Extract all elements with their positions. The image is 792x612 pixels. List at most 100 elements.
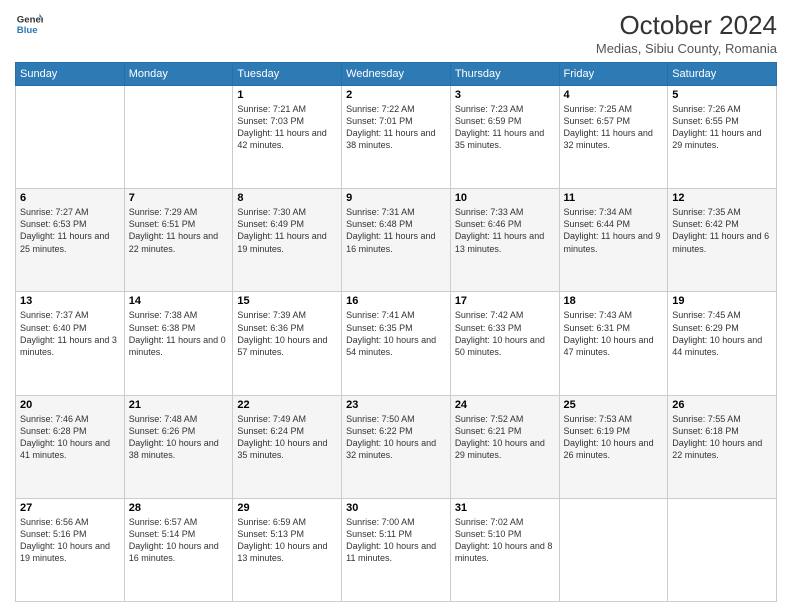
calendar-cell: 30 Sunrise: 7:00 AMSunset: 5:11 PMDayligh… [342,498,451,601]
day-info: Sunrise: 7:50 AMSunset: 6:22 PMDaylight:… [346,413,446,462]
calendar-cell: 23 Sunrise: 7:50 AMSunset: 6:22 PMDayligh… [342,395,451,498]
day-info: Sunrise: 7:41 AMSunset: 6:35 PMDaylight:… [346,309,446,358]
calendar-header-row: Sunday Monday Tuesday Wednesday Thursday… [16,63,777,86]
day-info: Sunrise: 6:59 AMSunset: 5:13 PMDaylight:… [237,516,337,565]
day-number: 14 [129,295,229,307]
day-number: 4 [564,89,664,101]
header-thursday: Thursday [450,63,559,86]
day-info: Sunrise: 7:31 AMSunset: 6:48 PMDaylight:… [346,206,446,255]
day-number: 5 [672,89,772,101]
calendar-cell [16,86,125,189]
calendar-cell: 24Sunrise: 7:52 AMSunset: 6:21 PMDayligh… [450,395,559,498]
calendar-cell: 4 Sunrise: 7:25 AMSunset: 6:57 PMDaylight… [559,86,668,189]
day-number: 27 [20,502,120,514]
calendar-cell: 28Sunrise: 6:57 AMSunset: 5:14 PMDayligh… [124,498,233,601]
day-info: Sunrise: 6:57 AMSunset: 5:14 PMDaylight:… [129,516,229,565]
calendar-cell: 13 Sunrise: 7:37 AMSunset: 6:40 PMDayligh… [16,292,125,395]
day-number: 29 [237,502,337,514]
calendar-cell: 29 Sunrise: 6:59 AMSunset: 5:13 PMDayligh… [233,498,342,601]
calendar-week-3: 20 Sunrise: 7:46 AMSunset: 6:28 PMDayligh… [16,395,777,498]
calendar-cell: 1 Sunrise: 7:21 AMSunset: 7:03 PMDaylight… [233,86,342,189]
day-info: Sunrise: 7:26 AMSunset: 6:55 PMDaylight:… [672,103,772,152]
calendar-cell: 16 Sunrise: 7:41 AMSunset: 6:35 PMDayligh… [342,292,451,395]
calendar-cell: 9 Sunrise: 7:31 AMSunset: 6:48 PMDaylight… [342,189,451,292]
calendar-subtitle: Medias, Sibiu County, Romania [596,41,777,56]
day-info: Sunrise: 7:55 AMSunset: 6:18 PMDaylight:… [672,413,772,462]
calendar-cell: 27 Sunrise: 6:56 AMSunset: 5:16 PMDayligh… [16,498,125,601]
day-info: Sunrise: 7:35 AMSunset: 6:42 PMDaylight:… [672,206,772,255]
day-info: Sunrise: 7:21 AMSunset: 7:03 PMDaylight:… [237,103,337,152]
day-number: 8 [237,192,337,204]
calendar-week-1: 6 Sunrise: 7:27 AMSunset: 6:53 PMDaylight… [16,189,777,292]
day-number: 15 [237,295,337,307]
day-number: 11 [564,192,664,204]
svg-text:General: General [17,14,43,25]
day-number: 22 [237,399,337,411]
day-info: Sunrise: 7:37 AMSunset: 6:40 PMDaylight:… [20,309,120,358]
header-friday: Friday [559,63,668,86]
day-number: 18 [564,295,664,307]
day-number: 3 [455,89,555,101]
day-number: 26 [672,399,772,411]
day-info: Sunrise: 7:02 AMSunset: 5:10 PMDaylight:… [455,516,555,565]
header-saturday: Saturday [668,63,777,86]
day-info: Sunrise: 7:27 AMSunset: 6:53 PMDaylight:… [20,206,120,255]
calendar-cell: 31 Sunrise: 7:02 AMSunset: 5:10 PMDayligh… [450,498,559,601]
day-info: Sunrise: 7:38 AMSunset: 6:38 PMDaylight:… [129,309,229,358]
day-number: 30 [346,502,446,514]
header: General Blue October 2024 Medias, Sibiu … [15,10,777,56]
calendar-cell: 6 Sunrise: 7:27 AMSunset: 6:53 PMDaylight… [16,189,125,292]
day-number: 23 [346,399,446,411]
page: General Blue October 2024 Medias, Sibiu … [0,0,792,612]
day-number: 16 [346,295,446,307]
day-number: 24 [455,399,555,411]
calendar-cell: 20 Sunrise: 7:46 AMSunset: 6:28 PMDayligh… [16,395,125,498]
calendar-cell: 19Sunrise: 7:45 AMSunset: 6:29 PMDayligh… [668,292,777,395]
day-info: Sunrise: 7:48 AMSunset: 6:26 PMDaylight:… [129,413,229,462]
day-number: 12 [672,192,772,204]
day-info: Sunrise: 6:56 AMSunset: 5:16 PMDaylight:… [20,516,120,565]
logo-icon: General Blue [15,10,43,38]
calendar-cell: 15 Sunrise: 7:39 AMSunset: 6:36 PMDayligh… [233,292,342,395]
calendar-cell: 5 Sunrise: 7:26 AMSunset: 6:55 PMDaylight… [668,86,777,189]
calendar-cell: 2Sunrise: 7:22 AMSunset: 7:01 PMDaylight… [342,86,451,189]
day-number: 1 [237,89,337,101]
calendar-table: Sunday Monday Tuesday Wednesday Thursday… [15,62,777,602]
day-number: 9 [346,192,446,204]
calendar-cell: 12 Sunrise: 7:35 AMSunset: 6:42 PMDayligh… [668,189,777,292]
day-info: Sunrise: 7:29 AMSunset: 6:51 PMDaylight:… [129,206,229,255]
day-info: Sunrise: 7:33 AMSunset: 6:46 PMDaylight:… [455,206,555,255]
day-info: Sunrise: 7:22 AMSunset: 7:01 PMDaylight:… [346,103,446,152]
title-block: October 2024 Medias, Sibiu County, Roman… [596,10,777,56]
day-number: 7 [129,192,229,204]
calendar-cell: 18Sunrise: 7:43 AMSunset: 6:31 PMDayligh… [559,292,668,395]
day-info: Sunrise: 7:30 AMSunset: 6:49 PMDaylight:… [237,206,337,255]
day-number: 21 [129,399,229,411]
day-number: 17 [455,295,555,307]
calendar-title: October 2024 [596,10,777,41]
day-info: Sunrise: 7:49 AMSunset: 6:24 PMDaylight:… [237,413,337,462]
day-number: 6 [20,192,120,204]
day-info: Sunrise: 7:53 AMSunset: 6:19 PMDaylight:… [564,413,664,462]
calendar-cell: 14 Sunrise: 7:38 AMSunset: 6:38 PMDayligh… [124,292,233,395]
logo: General Blue [15,10,43,38]
header-sunday: Sunday [16,63,125,86]
svg-text:Blue: Blue [17,25,38,36]
day-number: 13 [20,295,120,307]
day-info: Sunrise: 7:46 AMSunset: 6:28 PMDaylight:… [20,413,120,462]
day-number: 25 [564,399,664,411]
header-tuesday: Tuesday [233,63,342,86]
day-info: Sunrise: 7:00 AMSunset: 5:11 PMDaylight:… [346,516,446,565]
calendar-cell: 26 Sunrise: 7:55 AMSunset: 6:18 PMDayligh… [668,395,777,498]
header-monday: Monday [124,63,233,86]
day-number: 10 [455,192,555,204]
calendar-cell: 22 Sunrise: 7:49 AMSunset: 6:24 PMDayligh… [233,395,342,498]
day-info: Sunrise: 7:39 AMSunset: 6:36 PMDaylight:… [237,309,337,358]
day-number: 31 [455,502,555,514]
day-number: 20 [20,399,120,411]
day-number: 19 [672,295,772,307]
calendar-cell: 11Sunrise: 7:34 AMSunset: 6:44 PMDayligh… [559,189,668,292]
calendar-cell: 21 Sunrise: 7:48 AMSunset: 6:26 PMDayligh… [124,395,233,498]
day-info: Sunrise: 7:25 AMSunset: 6:57 PMDaylight:… [564,103,664,152]
calendar-cell: 25 Sunrise: 7:53 AMSunset: 6:19 PMDayligh… [559,395,668,498]
